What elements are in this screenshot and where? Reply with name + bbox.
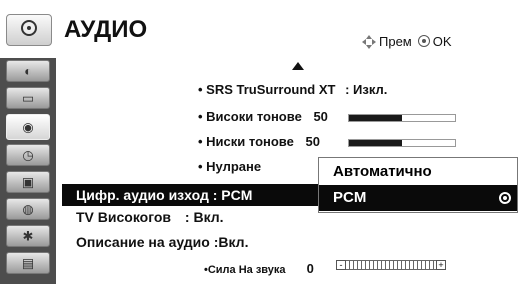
audio-menu-screen: АУДИО Прем OK ◐ ▭ ◉ ◷ ▣ ◍ ✱ ▤ • SRS TruSu… [0,0,518,284]
menu-item-reset[interactable]: • Нулране [198,159,261,174]
menu-item-bass[interactable]: • Ниски тонове 50 [198,134,320,149]
menu-item-srs[interactable]: • SRS TruSurround XT : Изкл. [198,82,387,97]
bass-label: • Ниски тонове [198,134,294,149]
menu-item-volume[interactable]: •Сила На звука 0 [204,261,314,276]
menu-item-tv-speaker[interactable]: TV Високогов : Вкл. [76,209,224,225]
sidebar-item-media[interactable]: ▤ [6,252,50,274]
srs-label: • SRS TruSurround XT [198,82,336,97]
header: АУДИО Прем OK [0,0,518,58]
popup-option-auto[interactable]: Автоматично [319,159,517,185]
sidebar-item-picture[interactable]: ▭ [6,87,50,109]
volume-plus-icon[interactable]: + [436,260,446,270]
sidebar-item-audio[interactable]: ◉ [6,114,50,140]
lock-icon: ▣ [21,174,35,190]
hint-ok-label: OK [432,34,452,49]
hint-move-label: Прем [379,34,412,49]
sidebar-item-time[interactable]: ◷ [6,144,50,166]
volume-slider[interactable]: - + [336,260,446,270]
option-icon: ◍ [22,201,34,217]
menu-item-audio-description[interactable]: Описание на аудио :Вкл. [76,234,248,250]
audio-icon [6,14,52,46]
sidebar-item-lock[interactable]: ▣ [6,171,50,193]
navigation-hint: Прем OK [362,34,452,49]
radio-selected-icon [499,192,511,204]
srs-value: : Изкл. [345,82,388,97]
tv-speaker-label: TV Високогов [76,209,172,225]
clock-icon: ◷ [22,147,34,163]
menu-item-treble[interactable]: • Високи тонове 50 [198,109,328,124]
sidebar-item-option[interactable]: ◍ [6,198,50,220]
treble-value: 50 [313,109,328,124]
volume-minus-icon[interactable]: - [336,260,346,270]
sidebar-item-channel[interactable]: ◐ [6,60,50,82]
page-title: АУДИО [64,16,148,43]
bass-bar[interactable] [348,139,456,147]
dpad-icon [362,35,376,49]
treble-label: • Високи тонове [198,109,302,124]
treble-bar[interactable] [348,114,456,122]
satellite-icon: ◐ [24,63,32,79]
ok-icon [417,35,430,47]
digital-out-popup: Автоматично PCM [318,157,518,213]
sidebar: ◐ ▭ ◉ ◷ ▣ ◍ ✱ ▤ [0,58,56,284]
bass-value: 50 [305,134,320,149]
popup-option-pcm-label: PCM [333,189,367,206]
sidebar-item-bluetooth[interactable]: ✱ [6,225,50,247]
popup-option-pcm[interactable]: PCM [319,185,517,211]
bass-bar-fill [349,140,402,146]
menu-item-digital-audio-out[interactable]: Цифр. аудио изход : PCM [62,184,320,206]
audio-icon: ◉ [22,119,34,135]
bluetooth-icon: ✱ [22,228,34,244]
media-icon: ▤ [21,255,35,271]
volume-label: •Сила На звука [204,264,286,276]
tv-speaker-value: : Вкл. [184,209,224,225]
reset-label: • Нулране [198,159,262,174]
treble-bar-fill [349,115,402,121]
scroll-up-arrow-icon[interactable] [292,62,304,70]
volume-value: 0 [306,261,314,276]
audio-description-label: Описание на аудио :Вкл. [76,234,249,250]
picture-icon: ▭ [21,90,35,106]
